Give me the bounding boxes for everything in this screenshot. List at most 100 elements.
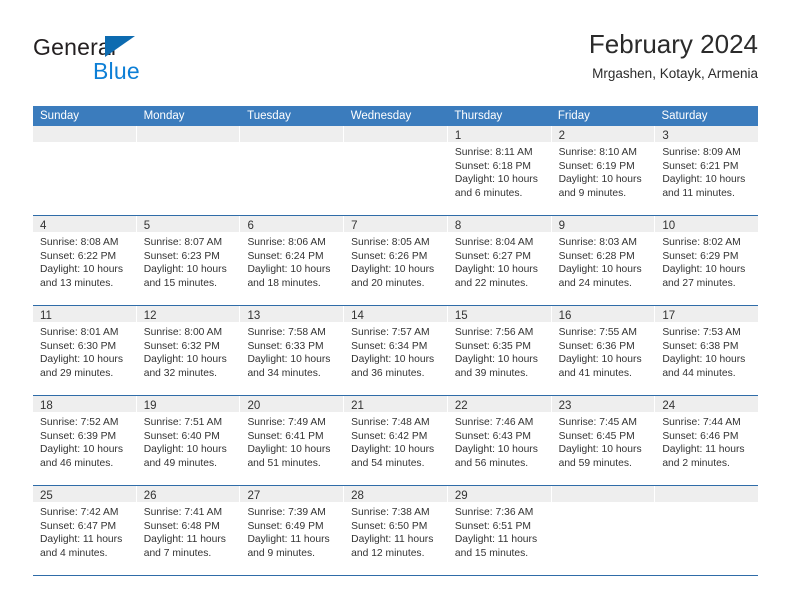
day-cell-3[interactable]: 3 Sunrise: 8:09 AM Sunset: 6:21 PM Daylight… [655, 126, 759, 215]
daylight-text-cont: and 36 minutes. [351, 367, 425, 379]
day-cell-23[interactable]: 23 Sunrise: 7:45 AM Sunset: 6:45 PM Dayligh… [551, 396, 656, 485]
day-cell-27[interactable]: 27 Sunrise: 7:39 AM Sunset: 6:49 PM Dayligh… [240, 486, 345, 575]
weekday-header-row: Sunday Monday Tuesday Wednesday Thursday Frid… [33, 106, 758, 126]
day-cell-9[interactable]: 9 Sunrise: 8:03 AM Sunset: 6:28 PM Daylight… [551, 216, 656, 305]
day-number: 13 [247, 310, 261, 322]
day-cell-8[interactable]: 8 Sunrise: 8:04 AM Sunset: 6:27 PM Daylight… [447, 216, 552, 305]
day-number: 26 [143, 490, 157, 502]
day-details: Sunrise: 7:52 AM Sunset: 6:39 PM Daylight:… [33, 412, 136, 470]
daylight-text: Daylight: 10 hours [40, 444, 123, 455]
sunset-text: Sunset: 6:39 PM [40, 430, 117, 442]
daylight-text: Daylight: 10 hours [351, 354, 435, 365]
day-details [240, 142, 343, 146]
sunrise-text: Sunrise: 8:00 AM [143, 327, 223, 338]
sunrise-text: Sunrise: 7:58 AM [247, 327, 326, 338]
day-cell-13[interactable]: 13 Sunrise: 7:58 AM Sunset: 6:33 PM Dayligh… [240, 306, 345, 395]
day-cell-16[interactable]: 16 Sunrise: 7:55 AM Sunset: 6:36 PM Dayligh… [551, 306, 656, 395]
sunset-text: Sunset: 6:43 PM [454, 430, 532, 442]
day-details: Sunrise: 7:44 AM Sunset: 6:46 PM Daylight:… [655, 412, 758, 470]
day-cell-17[interactable]: 17 Sunrise: 7:53 AM Sunset: 6:38 PM Dayligh… [655, 306, 759, 395]
day-number: 25 [40, 490, 53, 502]
day-cell-2[interactable]: 2 Sunrise: 8:10 AM Sunset: 6:19 PM Daylight… [551, 126, 656, 215]
calendar-page: General Blue February 2024 Mrgashen, Kot… [0, 0, 792, 612]
daylight-text-cont: and 46 minutes. [40, 457, 114, 469]
day-cell-18[interactable]: 18 Sunrise: 7:52 AM Sunset: 6:39 PM Dayligh… [33, 396, 137, 485]
sunset-text: Sunset: 6:24 PM [247, 250, 324, 262]
day-number-band: 5 [136, 216, 240, 232]
day-cell-25[interactable]: 25 Sunrise: 7:42 AM Sunset: 6:47 PM Dayligh… [33, 486, 137, 575]
daylight-text: Daylight: 11 hours [40, 534, 123, 545]
day-details: Sunrise: 8:01 AM Sunset: 6:30 PM Daylight:… [33, 322, 136, 380]
day-cell-29[interactable]: 29 Sunrise: 7:36 AM Sunset: 6:51 PM Dayligh… [447, 486, 552, 575]
day-number: 9 [558, 220, 565, 232]
day-cell-10[interactable]: 10 Sunrise: 8:02 AM Sunset: 6:29 PM Dayligh… [655, 216, 759, 305]
day-cell-6[interactable]: 6 Sunrise: 8:06 AM Sunset: 6:24 PM Daylight… [240, 216, 345, 305]
weekday-header-saturday: Saturday [661, 110, 708, 122]
day-cell-22[interactable]: 22 Sunrise: 7:46 AM Sunset: 6:43 PM Dayligh… [447, 396, 552, 485]
day-cell-4[interactable]: 4 Sunrise: 8:08 AM Sunset: 6:22 PM Daylight… [33, 216, 137, 305]
sunrise-text: Sunrise: 7:55 AM [558, 327, 638, 338]
daylight-text: Daylight: 10 hours [662, 264, 746, 275]
day-cell-7[interactable]: 7 Sunrise: 8:05 AM Sunset: 6:26 PM Daylight… [344, 216, 448, 305]
daylight-text-cont: and 20 minutes. [351, 277, 425, 289]
weekday-header-monday: Monday [143, 110, 185, 122]
day-number: 10 [662, 220, 676, 232]
daylight-text-cont: and 22 minutes. [454, 277, 529, 289]
day-number-band: 15 [447, 306, 551, 322]
sunset-text: Sunset: 6:40 PM [143, 430, 220, 442]
day-cell-14[interactable]: 14 Sunrise: 7:57 AM Sunset: 6:34 PM Dayligh… [344, 306, 448, 395]
day-details: Sunrise: 8:03 AM Sunset: 6:28 PM Daylight:… [552, 232, 655, 290]
day-number: 11 [40, 310, 52, 322]
day-number-band: 26 [136, 486, 240, 502]
sunrise-text: Sunrise: 8:04 AM [454, 237, 534, 248]
page-header: General Blue February 2024 Mrgashen, Kot… [33, 28, 758, 96]
day-cell-19[interactable]: 19 Sunrise: 7:51 AM Sunset: 6:40 PM Dayligh… [136, 396, 241, 485]
sunset-text: Sunset: 6:22 PM [40, 250, 117, 262]
weekday-header-wednesday: Wednesday [350, 110, 412, 122]
daylight-text-cont: and 34 minutes. [247, 367, 321, 379]
day-cell-15[interactable]: 15 Sunrise: 7:56 AM Sunset: 6:35 PM Dayligh… [447, 306, 552, 395]
calendar-week-row: 18 Sunrise: 7:52 AM Sunset: 6:39 PM Dayligh… [33, 396, 759, 486]
daylight-text-cont: and 6 minutes. [454, 187, 523, 199]
sunrise-text: Sunrise: 7:44 AM [662, 417, 741, 428]
day-number-band: 16 [551, 306, 655, 322]
sunrise-text: Sunrise: 7:57 AM [351, 327, 430, 338]
day-cell-5[interactable]: 5 Sunrise: 8:07 AM Sunset: 6:23 PM Daylight… [136, 216, 241, 305]
day-cell-11[interactable]: 11 Sunrise: 8:01 AM Sunset: 6:30 PM Dayligh… [33, 306, 137, 395]
daylight-text-cont: and 44 minutes. [662, 367, 736, 379]
calendar-weeks: 1 Sunrise: 8:11 AM Sunset: 6:18 PM Daylight… [33, 126, 759, 576]
day-cell-24[interactable]: 24 Sunrise: 7:44 AM Sunset: 6:46 PM Dayligh… [655, 396, 759, 485]
day-number-band [655, 486, 759, 502]
day-details: Sunrise: 7:41 AM Sunset: 6:48 PM Daylight:… [137, 502, 240, 560]
sunrise-text: Sunrise: 8:10 AM [558, 147, 638, 158]
day-cell-21[interactable]: 21 Sunrise: 7:48 AM Sunset: 6:42 PM Dayligh… [344, 396, 448, 485]
sunrise-text: Sunrise: 7:41 AM [143, 507, 223, 518]
day-number-band: 7 [344, 216, 447, 232]
day-details: Sunrise: 8:05 AM Sunset: 6:26 PM Daylight:… [344, 232, 447, 290]
day-number: 15 [454, 310, 468, 322]
day-details: Sunrise: 7:58 AM Sunset: 6:33 PM Daylight:… [240, 322, 343, 380]
day-number: 22 [454, 400, 468, 412]
daylight-text-cont: and 12 minutes. [351, 547, 425, 559]
daylight-text: Daylight: 10 hours [454, 354, 538, 365]
day-cell-20[interactable]: 20 Sunrise: 7:49 AM Sunset: 6:41 PM Dayligh… [240, 396, 345, 485]
daylight-text: Daylight: 10 hours [40, 264, 123, 275]
day-details: Sunrise: 7:42 AM Sunset: 6:47 PM Daylight:… [33, 502, 136, 560]
daylight-text: Daylight: 11 hours [247, 534, 330, 545]
day-cell-12[interactable]: 12 Sunrise: 8:00 AM Sunset: 6:32 PM Dayligh… [136, 306, 241, 395]
day-cell-28[interactable]: 28 Sunrise: 7:38 AM Sunset: 6:50 PM Dayligh… [344, 486, 448, 575]
daylight-text: Daylight: 11 hours [454, 534, 538, 545]
daylight-text: Daylight: 10 hours [247, 444, 331, 455]
day-cell-empty [551, 486, 656, 575]
calendar-week-row: 25 Sunrise: 7:42 AM Sunset: 6:47 PM Dayligh… [33, 486, 759, 576]
sunrise-text: Sunrise: 7:46 AM [454, 417, 534, 428]
daylight-text-cont: and 15 minutes. [143, 277, 217, 289]
day-cell-26[interactable]: 26 Sunrise: 7:41 AM Sunset: 6:48 PM Dayligh… [136, 486, 241, 575]
day-number-band: 9 [551, 216, 655, 232]
day-number: 23 [558, 400, 572, 412]
weekday-header-sunday: Sunday [40, 110, 80, 122]
day-number-band [344, 126, 447, 142]
day-number-band [33, 126, 136, 142]
daylight-text: Daylight: 10 hours [558, 354, 642, 365]
day-cell-1[interactable]: 1 Sunrise: 8:11 AM Sunset: 6:18 PM Daylight… [447, 126, 552, 215]
